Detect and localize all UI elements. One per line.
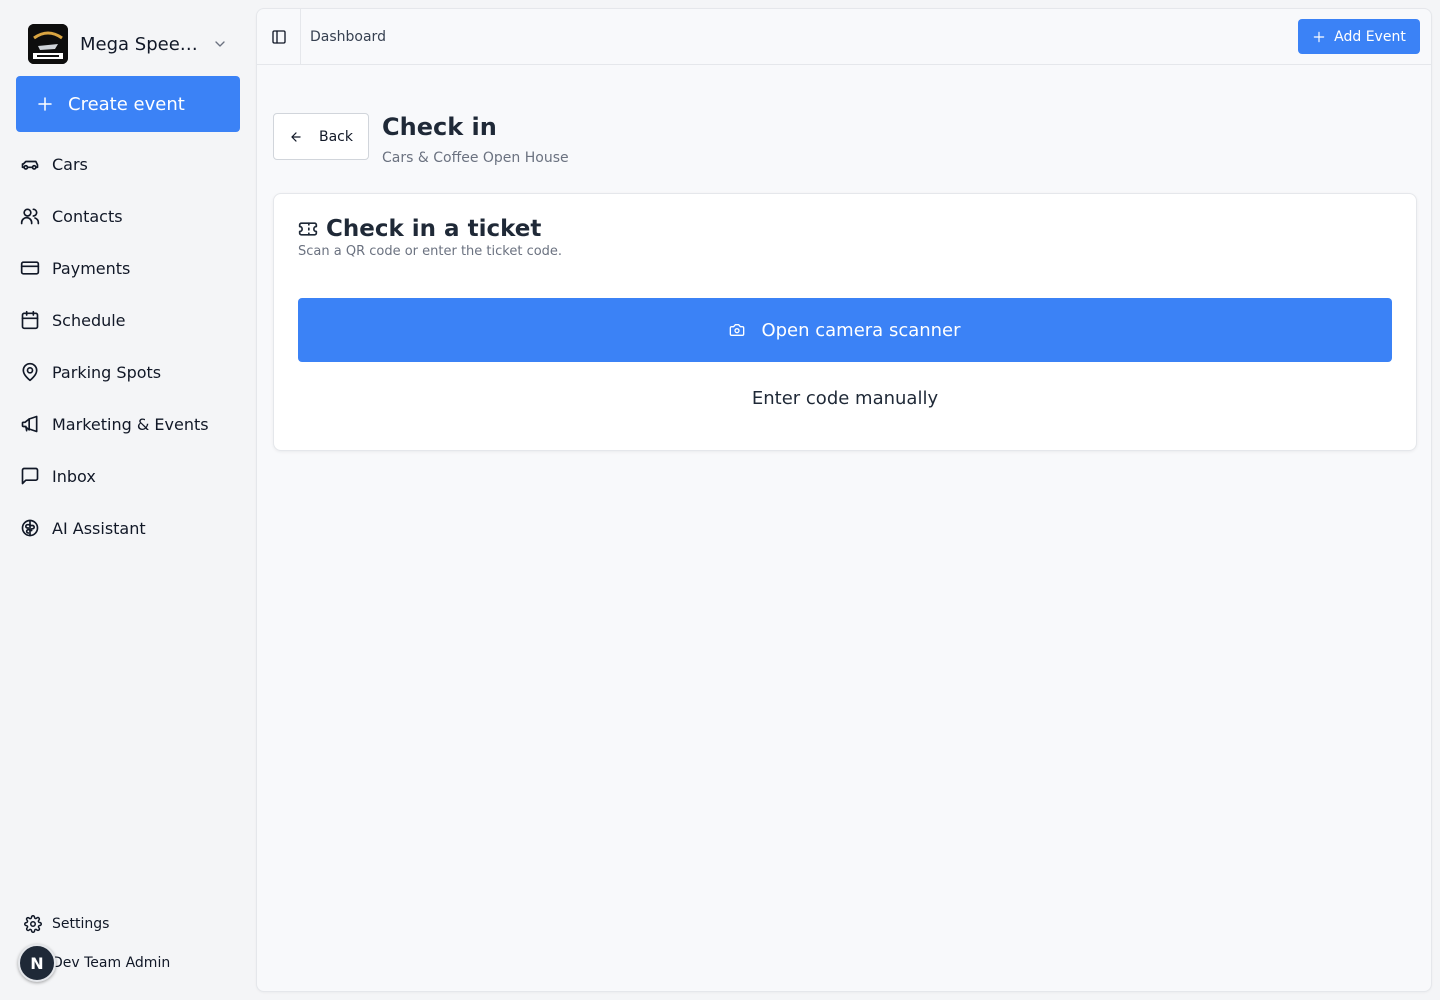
user-menu[interactable]: N Dev Team Admin xyxy=(18,944,248,982)
gear-icon xyxy=(24,915,42,933)
sidebar-toggle-button[interactable] xyxy=(257,8,301,65)
car-icon xyxy=(21,160,39,170)
sidebar-item-marketing-events[interactable]: Marketing & Events xyxy=(0,398,256,450)
topbar: Dashboard Add Event xyxy=(257,8,1431,65)
scan-label: Open camera scanner xyxy=(761,319,961,341)
card-subtitle: Scan a QR code or enter the ticket code. xyxy=(298,244,563,259)
chevron-down-icon xyxy=(215,41,225,47)
sidebar-item-label: Parking Spots xyxy=(52,362,162,382)
sidebar-item-label: Contacts xyxy=(52,206,123,226)
back-label: Back xyxy=(319,128,353,145)
check-in-card: Check in a ticket Scan a QR code or ente… xyxy=(273,193,1417,451)
ticket-icon xyxy=(298,222,318,236)
credit-card-icon xyxy=(20,261,40,275)
page-subtitle: Cars & Coffee Open House xyxy=(382,150,569,166)
user-name: Dev Team Admin xyxy=(52,955,171,971)
open-camera-scanner-button[interactable]: Open camera scanner xyxy=(298,298,1392,362)
message-square-icon xyxy=(21,467,39,485)
org-switcher[interactable]: Mega Speed... xyxy=(16,20,240,68)
create-event-label: Create event xyxy=(68,93,185,115)
sidebar-item-payments[interactable]: Payments xyxy=(0,242,256,294)
sidebar-item-label: AI Assistant xyxy=(52,518,146,538)
sidebar-item-label: Cars xyxy=(52,154,88,174)
page-title: Check in xyxy=(382,113,497,141)
plus-icon xyxy=(38,97,52,111)
add-event-label: Add Event xyxy=(1334,28,1406,45)
card-title: Check in a ticket xyxy=(326,216,542,242)
org-logo xyxy=(28,24,68,64)
sidebar-item-cars[interactable]: Cars xyxy=(0,138,256,190)
brain-icon xyxy=(21,519,39,537)
back-button[interactable]: Back xyxy=(273,113,369,160)
plus-icon xyxy=(1313,31,1325,42)
settings-link[interactable]: Settings xyxy=(0,906,256,942)
arrow-left-icon xyxy=(291,131,301,142)
sidebar-item-contacts[interactable]: Contacts xyxy=(0,190,256,242)
sidebar: Mega Speed... Create event Cars Contacts… xyxy=(0,0,256,1000)
camera-icon xyxy=(730,324,745,336)
breadcrumb[interactable]: Dashboard xyxy=(310,29,386,45)
create-event-button[interactable]: Create event xyxy=(16,76,240,132)
map-pin-icon xyxy=(22,362,38,382)
megaphone-icon xyxy=(21,415,38,433)
calendar-icon xyxy=(21,310,39,330)
sidebar-item-label: Payments xyxy=(52,258,131,278)
panel-left-icon xyxy=(271,29,286,44)
sidebar-item-label: Marketing & Events xyxy=(52,414,209,434)
org-name: Mega Speed... xyxy=(80,33,204,55)
users-icon xyxy=(20,208,40,225)
card-header: Check in a ticket xyxy=(298,216,541,242)
main-panel: Dashboard Add Event Back Check in Cars &… xyxy=(256,8,1432,992)
sidebar-item-inbox[interactable]: Inbox xyxy=(0,450,256,502)
enter-code-manually-button[interactable]: Enter code manually xyxy=(298,378,1392,418)
sidebar-item-parking-spots[interactable]: Parking Spots xyxy=(0,346,256,398)
sidebar-item-ai-assistant[interactable]: AI Assistant xyxy=(0,502,256,554)
sidebar-item-schedule[interactable]: Schedule xyxy=(0,294,256,346)
avatar: N xyxy=(18,944,56,982)
sidebar-nav: Cars Contacts Payments Schedule Parking … xyxy=(0,138,256,554)
sidebar-item-label: Inbox xyxy=(52,466,96,486)
sidebar-item-label: Schedule xyxy=(52,310,126,330)
settings-label: Settings xyxy=(52,916,110,932)
add-event-button[interactable]: Add Event xyxy=(1298,19,1420,54)
